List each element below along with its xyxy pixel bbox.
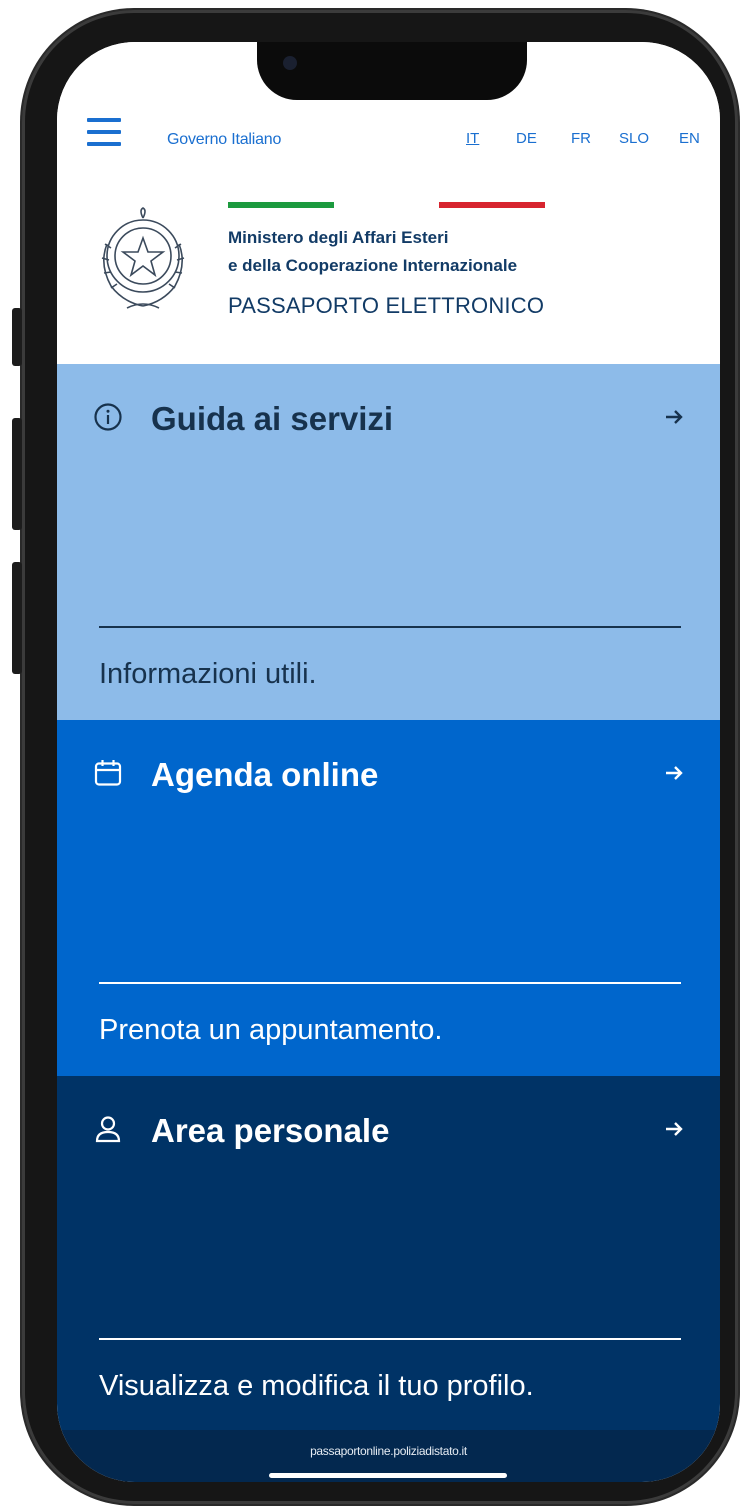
arrow-right-icon[interactable]	[663, 762, 685, 784]
card-divider	[99, 1338, 681, 1340]
card-description: Prenota un appuntamento.	[99, 1014, 443, 1046]
arrow-right-icon[interactable]	[663, 1118, 685, 1140]
phone-notch	[257, 42, 527, 100]
info-icon	[94, 403, 122, 431]
flag-red-bar	[439, 202, 545, 208]
republic-emblem-icon	[101, 207, 185, 309]
arrow-right-icon[interactable]	[663, 406, 685, 428]
flag-green-bar	[228, 202, 334, 208]
front-camera	[283, 56, 297, 70]
card-title: Area personale	[151, 1112, 390, 1149]
lang-en-link[interactable]: EN	[679, 130, 700, 147]
card-description: Informazioni utili.	[99, 658, 317, 690]
mute-switch	[12, 308, 22, 366]
card-title: Guida ai servizi	[151, 400, 394, 437]
card-area-personale[interactable]: Area personale Visualizza e modifica il …	[57, 1076, 720, 1430]
phone-screen: Governo Italiano IT DE FR SLO EN Ministe…	[57, 42, 720, 1482]
governo-italiano-link[interactable]: Governo Italiano	[167, 131, 281, 149]
card-divider	[99, 982, 681, 984]
url-text: passaportonline.poliziadistato.it	[310, 1444, 467, 1458]
service-title: PASSAPORTO ELETTRONICO	[228, 293, 545, 318]
card-description: Visualizza e modifica il tuo profilo.	[99, 1370, 534, 1402]
lang-de-link[interactable]: DE	[516, 130, 537, 147]
card-guida-ai-servizi[interactable]: Guida ai servizi Informazioni utili.	[57, 364, 720, 720]
calendar-icon	[94, 760, 122, 786]
ministry-name-line-2: e della Cooperazione Internazionale	[228, 256, 518, 275]
ministry-name-line-1: Ministero degli Affari Esteri	[228, 228, 449, 247]
volume-down-button	[12, 562, 22, 674]
card-agenda-online[interactable]: Agenda online Prenota un appuntamento.	[57, 720, 720, 1076]
menu-icon[interactable]	[87, 118, 121, 148]
lang-fr-link[interactable]: FR	[571, 130, 591, 147]
user-icon	[95, 1116, 121, 1143]
volume-up-button	[12, 418, 22, 530]
card-title: Agenda online	[151, 756, 379, 793]
card-divider	[99, 626, 681, 628]
lang-slo-link[interactable]: SLO	[619, 130, 649, 147]
lang-it-link[interactable]: IT	[466, 130, 479, 147]
home-indicator[interactable]	[269, 1473, 507, 1478]
